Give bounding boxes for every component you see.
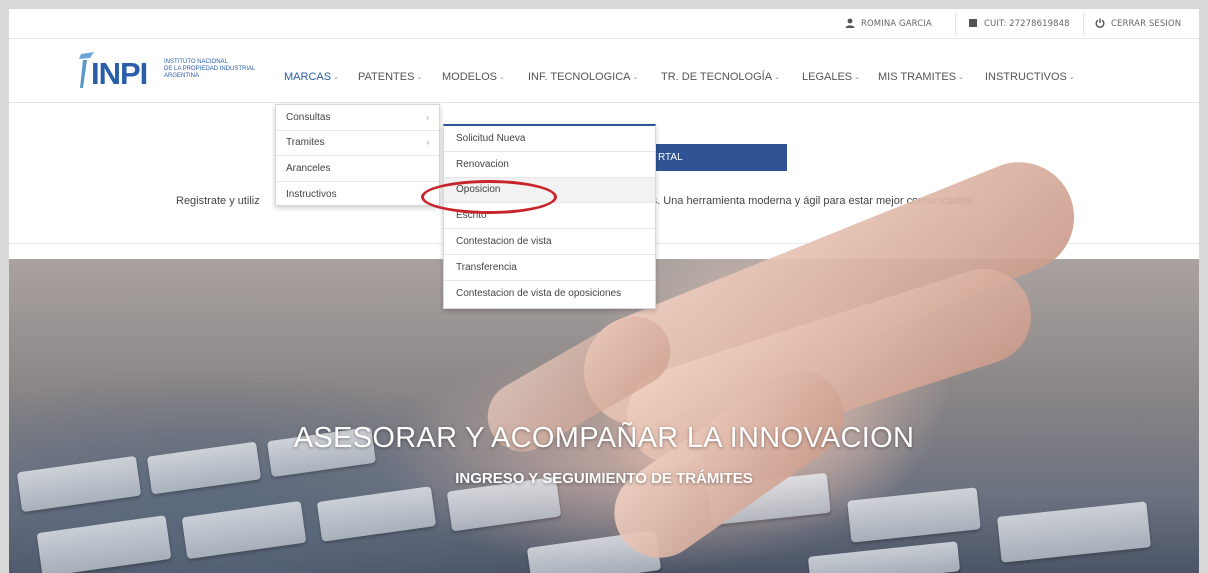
highlight-circle-annotation	[421, 180, 557, 214]
browser-page: ROMINA GARCIA CUIT: 27278619848 CERRAR S…	[9, 9, 1199, 573]
portal-button[interactable]: RTAL	[644, 144, 787, 171]
main-nav: INPI INSTITUTO NACIONAL DE LA PROPIEDAD …	[9, 39, 1199, 103]
logo-line-1: INSTITUTO NACIONAL	[164, 59, 228, 65]
menu-item-tramites[interactable]: Tramites ›	[276, 131, 439, 156]
hero-subtitle: INGRESO Y SEGUIMIENTO DE TRÁMITES	[455, 470, 753, 487]
portal-button-label: RTAL	[658, 152, 683, 163]
logo-subtitle: INSTITUTO NACIONAL DE LA PROPIEDAD INDUS…	[164, 59, 255, 80]
submenu-item-label: Contestacion de vista de oposiciones	[456, 288, 622, 300]
logo-line-2: DE LA PROPIEDAD INDUSTRIAL	[164, 66, 256, 72]
submenu-item-label: Transferencia	[456, 261, 517, 273]
submenu-item-label: Renovacion	[456, 158, 509, 170]
nav-legales-label: LEGALES	[802, 71, 853, 83]
submenu-item-solicitud-nueva[interactable]: Solicitud Nueva	[444, 126, 655, 152]
submenu-item-contestacion-de-vista-de-oposiciones[interactable]: Contestacion de vista de oposiciones	[444, 281, 655, 307]
submenu-item-label: Contestacion de vista	[456, 236, 552, 248]
nav-modelos[interactable]: MODELOS ⌄	[442, 71, 505, 89]
tramites-submenu: Solicitud Nueva Renovacion Oposicion Esc…	[443, 124, 656, 309]
submenu-item-label: Solicitud Nueva	[456, 132, 526, 144]
nav-patentes[interactable]: PATENTES ⌄	[358, 71, 422, 89]
chevron-down-icon: ⌄	[499, 74, 505, 81]
menu-item-label: Tramites	[286, 137, 325, 149]
submenu-item-transferencia[interactable]: Transferencia	[444, 255, 655, 281]
nav-mis-tramites[interactable]: MIS TRAMITES ⌄	[878, 71, 964, 89]
nav-marcas-label: MARCAS	[284, 71, 332, 83]
submenu-item-renovacion[interactable]: Renovacion	[444, 152, 655, 178]
user-profile-link[interactable]: ROMINA GARCIA	[845, 9, 932, 39]
menu-item-aranceles[interactable]: Aranceles	[276, 156, 439, 182]
chevron-down-icon: ⌄	[1068, 74, 1075, 81]
nav-tr-tecnologia-label: TR. DE TECNOLOGÍA	[661, 71, 773, 83]
nav-tr-tecnologia[interactable]: TR. DE TECNOLOGÍA ⌄	[661, 71, 780, 89]
nav-mis-tramites-label: MIS TRAMITES	[878, 71, 957, 83]
intro-text-left: Registrate y utiliz	[176, 195, 260, 207]
chevron-down-icon: ⌄	[333, 74, 339, 81]
submenu-item-contestacion-de-vista[interactable]: Contestacion de vista	[444, 229, 655, 255]
chevron-right-icon: ›	[426, 112, 429, 122]
nav-marcas[interactable]: MARCAS ⌄	[284, 71, 339, 89]
nav-inf-tecnologica-label: INF. TECNOLOGICA	[528, 71, 631, 83]
cuit-link[interactable]: CUIT: 27278619848	[968, 9, 1070, 39]
chevron-down-icon: ⌄	[958, 74, 964, 81]
menu-item-instructivos[interactable]: Instructivos	[276, 182, 439, 208]
hero-title: ASESORAR Y ACOMPAÑAR LA INNOVACION	[293, 422, 915, 454]
logo-line-3: ARGENTINA	[164, 73, 200, 79]
marcas-dropdown: Consultas › Tramites › Aranceles Instructi…	[275, 104, 440, 206]
menu-item-consultas[interactable]: Consultas ›	[276, 105, 439, 131]
inpi-logo[interactable]: INPI INSTITUTO NACIONAL DE LA PROPIEDAD …	[77, 52, 287, 92]
menu-item-label: Consultas	[286, 111, 331, 123]
chevron-down-icon: ⌄	[632, 74, 639, 81]
logout-button[interactable]: CERRAR SESION	[1095, 9, 1181, 39]
chevron-down-icon: ⌄	[416, 74, 423, 81]
nav-instructivos-label: INSTRUCTIVOS	[985, 71, 1067, 83]
cuit-text: CUIT: 27278619848	[984, 19, 1070, 29]
user-icon	[845, 18, 855, 31]
nav-patentes-label: PATENTES	[358, 71, 415, 83]
user-name: ROMINA GARCIA	[861, 19, 932, 29]
power-icon	[1095, 18, 1105, 31]
nav-legales[interactable]: LEGALES ⌄	[802, 71, 860, 89]
logout-label: CERRAR SESION	[1111, 19, 1182, 29]
menu-item-label: Aranceles	[286, 162, 331, 174]
nav-modelos-label: MODELOS	[442, 71, 498, 83]
nav-instructivos[interactable]: INSTRUCTIVOS ⌄	[985, 71, 1075, 89]
menu-item-label: Instructivos	[286, 188, 337, 200]
chevron-down-icon: ⌄	[774, 74, 780, 81]
user-bar: ROMINA GARCIA CUIT: 27278619848 CERRAR S…	[9, 9, 1199, 39]
chevron-down-icon: ⌄	[854, 74, 861, 81]
id-card-icon	[968, 18, 978, 31]
chevron-right-icon: ›	[426, 138, 429, 148]
nav-inf-tecnologica[interactable]: INF. TECNOLOGICA ⌄	[528, 71, 638, 89]
logo-mark: INPI	[91, 56, 148, 91]
